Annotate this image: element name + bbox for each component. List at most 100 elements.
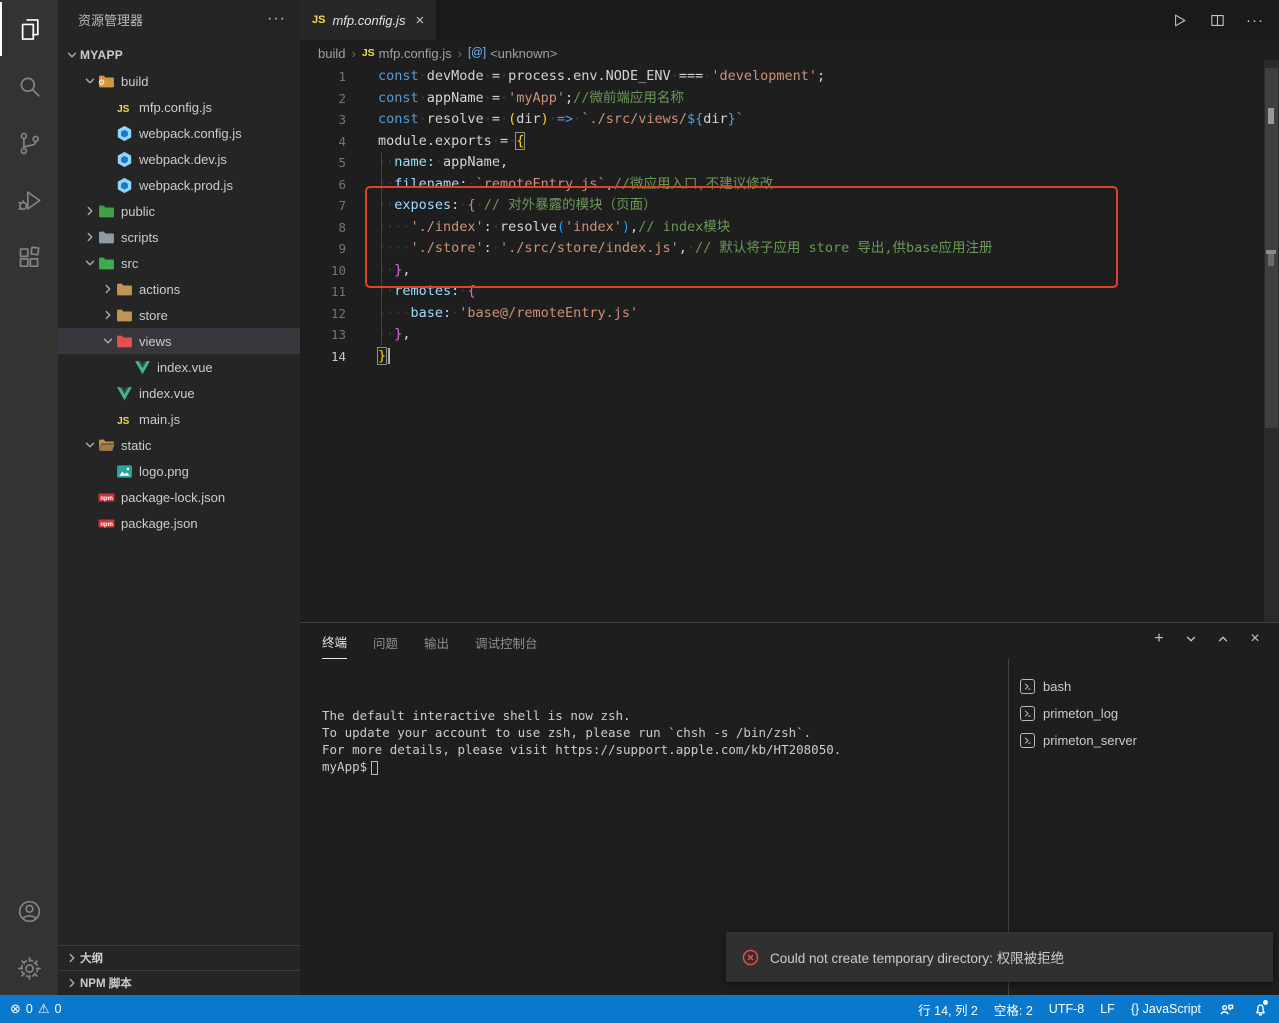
code-token: resolve — [500, 219, 557, 235]
svg-text:npm: npm — [100, 495, 113, 501]
chevron-spacer — [100, 177, 116, 193]
code-token: · — [500, 90, 508, 106]
code-line-5: 5··name:·appName, — [300, 152, 1263, 174]
panel-tab-item[interactable]: 终端 — [322, 623, 347, 659]
tree-item-webpack-prod-js[interactable]: webpack.prod.js — [58, 172, 300, 198]
tree-item-webpack-config-js[interactable]: webpack.config.js — [58, 120, 300, 146]
tree-item-label: build — [121, 74, 148, 89]
status-2[interactable]: 空格: 2 — [994, 1000, 1033, 1019]
problems-status[interactable]: ⊗ 0 ⚠ 0 — [10, 1001, 61, 1017]
tree-item-actions[interactable]: actions — [58, 276, 300, 302]
panel-tabs: 终端问题输出调试控制台 — [322, 623, 538, 659]
line-content: const·resolve·=·(dir)·=>·`./src/views/${… — [346, 109, 744, 131]
tree-item-public[interactable]: public — [58, 198, 300, 224]
tree-item-logo-png[interactable]: logo.png — [58, 458, 300, 484]
panel-tab-item[interactable]: 输出 — [424, 624, 449, 659]
tab-mfp-config-js[interactable]: JS mfp.config.js × — [300, 0, 436, 40]
line-number: 3 — [300, 109, 346, 131]
activity-run-debug[interactable] — [0, 173, 58, 227]
close-icon[interactable]: × — [415, 12, 424, 29]
gear-icon — [16, 955, 43, 982]
tree-item-src[interactable]: src — [58, 250, 300, 276]
tree-item-index-vue[interactable]: index.vue — [58, 354, 300, 380]
tree-item-main-js[interactable]: JSmain.js — [58, 406, 300, 432]
panel-tab-item[interactable]: 问题 — [373, 624, 398, 659]
code-token: · — [671, 68, 679, 84]
code-line-14: 14} — [300, 346, 1263, 368]
tab-label: mfp.config.js — [332, 13, 405, 28]
terminal-instance-label: bash — [1043, 679, 1071, 694]
sidebar-bottom-sections: 大纲NPM 脚本 — [58, 945, 300, 995]
notification-toast[interactable]: Could not create temporary directory: 权限… — [726, 932, 1273, 982]
sidebar-header: 资源管理器 ··· — [58, 0, 300, 38]
terminal-instance-bash[interactable]: bash — [1020, 673, 1279, 700]
code-token: : — [484, 240, 492, 256]
tree-item-package-lock-json[interactable]: npmpackage-lock.json — [58, 484, 300, 510]
code-token: { — [467, 197, 475, 213]
code-token: · — [492, 240, 500, 256]
code-token: , — [630, 219, 638, 235]
activity-settings[interactable] — [0, 941, 58, 995]
breadcrumb-item-unknown[interactable]: [@]<unknown> — [468, 46, 557, 61]
tree-item-webpack-dev-js[interactable]: webpack.dev.js — [58, 146, 300, 172]
activity-search[interactable] — [0, 59, 58, 113]
panel-tab-item[interactable]: 调试控制台 — [475, 624, 538, 659]
chevron-right-icon — [100, 281, 116, 297]
line-number: 5 — [300, 152, 346, 174]
terminal-profile-dropdown-button[interactable] — [1181, 629, 1201, 649]
chevron-right-icon — [64, 951, 80, 965]
tree-item-views[interactable]: views — [58, 328, 300, 354]
terminal-instance-primeton-server[interactable]: primeton_server — [1020, 727, 1279, 754]
split-icon — [1209, 12, 1226, 29]
code-line-1: 1const·devMode·=·process.env.NODE_ENV·==… — [300, 66, 1263, 88]
tree-item-store[interactable]: store — [58, 302, 300, 328]
activity-source-control[interactable] — [0, 116, 58, 170]
activity-extensions[interactable] — [0, 230, 58, 284]
terminal-instance-primeton-log[interactable]: primeton_log — [1020, 700, 1279, 727]
section-item[interactable]: 大纲 — [58, 945, 300, 970]
more-actions-icon[interactable]: ··· — [267, 10, 286, 28]
tree-item-build[interactable]: ⚙build — [58, 68, 300, 94]
code-token: , — [606, 176, 614, 192]
run-button[interactable] — [1165, 6, 1193, 34]
close-panel-button[interactable]: × — [1245, 629, 1265, 649]
svg-text:npm: npm — [100, 521, 113, 527]
tree-item-scripts[interactable]: scripts — [58, 224, 300, 250]
feedback-icon[interactable] — [1217, 1000, 1235, 1018]
new-terminal-button[interactable]: + — [1149, 629, 1169, 649]
status-utf-8[interactable]: UTF-8 — [1049, 1002, 1084, 1016]
code-editor[interactable]: 1const·devMode·=·process.env.NODE_ENV·==… — [300, 66, 1263, 367]
code-token: · — [484, 111, 492, 127]
status-javascript[interactable]: {} JavaScript — [1131, 1002, 1201, 1016]
editor-tab-bar: JS mfp.config.js × ··· — [300, 0, 1279, 40]
code-token: · — [500, 68, 508, 84]
code-token: = — [500, 133, 508, 149]
section-npm[interactable]: NPM 脚本 — [58, 970, 300, 995]
code-token: ( — [557, 219, 565, 235]
breadcrumb-item-build[interactable]: build — [318, 46, 345, 61]
code-token: , — [402, 326, 410, 342]
line-number: 2 — [300, 88, 346, 110]
split-editor-button[interactable] — [1203, 6, 1231, 34]
code-token: './store' — [411, 240, 484, 256]
tree-item-mfp-config-js[interactable]: JSmfp.config.js — [58, 94, 300, 120]
code-token: devMode — [427, 68, 484, 84]
editor-actions: ··· — [1165, 0, 1269, 40]
breadcrumb-item-mfp-config-js[interactable]: JSmfp.config.js — [362, 46, 452, 61]
maximize-panel-button[interactable] — [1213, 629, 1233, 649]
line-content: const·devMode·=·process.env.NODE_ENV·===… — [346, 66, 825, 88]
tree-item-index-vue[interactable]: index.vue — [58, 380, 300, 406]
activity-explorer[interactable] — [0, 2, 58, 56]
tree-item-package-json[interactable]: npmpackage.json — [58, 510, 300, 536]
notifications-bell-icon[interactable] — [1251, 1000, 1269, 1018]
status-14-2[interactable]: 行 14, 列 2 — [918, 1000, 978, 1019]
terminal-output[interactable]: The default interactive shell is now zsh… — [322, 707, 841, 775]
code-token: · — [508, 133, 516, 149]
tree-item-static[interactable]: static — [58, 432, 300, 458]
more-actions-button[interactable]: ··· — [1241, 6, 1269, 34]
status-lf[interactable]: LF — [1100, 1002, 1115, 1016]
tree-item-myapp[interactable]: MYAPP — [58, 42, 300, 68]
activity-account[interactable] — [0, 884, 58, 938]
editor-scrollbar[interactable] — [1264, 60, 1279, 622]
code-token: ) — [622, 219, 630, 235]
